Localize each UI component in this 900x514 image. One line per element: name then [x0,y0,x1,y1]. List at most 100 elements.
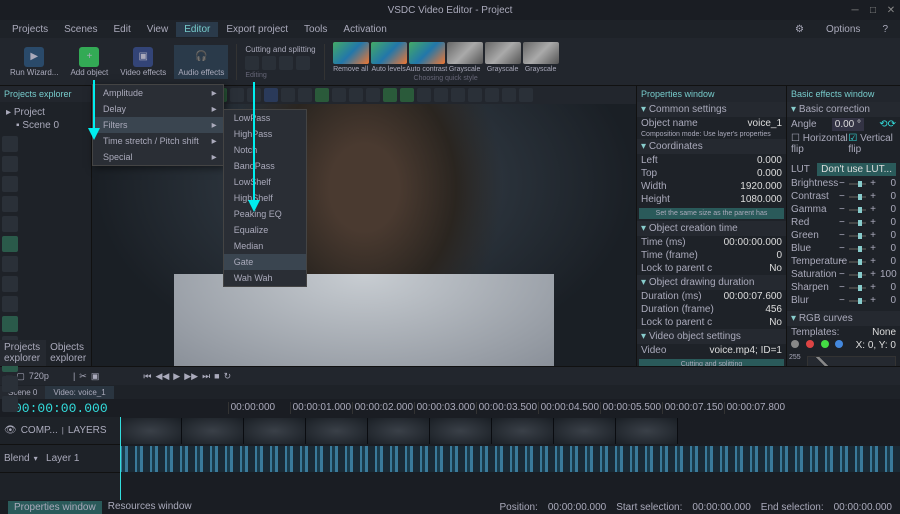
tool-icon[interactable] [296,56,310,70]
strip-icon[interactable] [315,88,329,102]
menu-item[interactable]: Filters▸ [93,117,223,133]
slider[interactable] [849,248,866,250]
section-coords[interactable]: ▾ Coordinates [637,139,786,154]
menu-item[interactable]: HighPass [224,126,306,142]
strip-icon[interactable] [434,88,448,102]
section-oct[interactable]: ▾ Object creation time [637,221,786,236]
dec-icon[interactable]: − [839,295,845,306]
menu-edit[interactable]: Edit [105,22,138,37]
vflip-check[interactable]: ☑ Vertical flip [848,133,896,155]
cutsplit-button[interactable]: Cutting and splitting [639,359,784,366]
maximize-icon[interactable]: □ [868,5,878,15]
lut-select[interactable]: Don't use LUT... [817,163,896,176]
dec-icon[interactable]: − [839,282,845,293]
menu-view[interactable]: View [139,22,177,37]
menu-projects[interactable]: Projects [4,22,56,37]
next-icon[interactable]: ⏭ [202,371,210,382]
strip-icon[interactable] [502,88,516,102]
strip-icon[interactable] [349,88,363,102]
slider[interactable] [849,274,866,276]
status-tab[interactable]: Resources window [108,501,192,514]
tool-icon[interactable] [262,56,276,70]
strip-icon[interactable] [468,88,482,102]
video-effects-button[interactable]: ▣Video effects [116,45,170,79]
stop-icon[interactable]: ■ [214,371,219,381]
menu-activation[interactable]: Activation [335,22,394,37]
dec-icon[interactable]: − [839,269,845,280]
tl-tool-icon[interactable]: ✂ [79,371,87,382]
dec-icon[interactable]: − [839,191,845,202]
value[interactable]: 0 [880,243,896,254]
strip-icon[interactable] [366,88,380,102]
tl-tool-icon[interactable]: ▣ [91,371,100,382]
inc-icon[interactable]: + [870,256,876,267]
rgb-curves-canvas[interactable] [807,356,896,366]
clip-frame[interactable] [368,418,430,444]
slider[interactable] [849,261,866,263]
loop-icon[interactable]: ↻ [224,371,232,382]
angle-input[interactable]: 0.00 ° [832,118,864,131]
status-tab[interactable]: Properties window [8,501,102,514]
close-icon[interactable]: ✕ [886,5,896,15]
strip-icon[interactable] [332,88,346,102]
value[interactable]: 1080.000 [740,194,782,205]
dec-icon[interactable]: − [839,217,845,228]
side-tool-icon[interactable] [2,236,18,252]
menu-item[interactable]: HighShelf [224,190,306,206]
value[interactable]: 0 [880,191,896,202]
clip-frame[interactable] [430,418,492,444]
inc-icon[interactable]: + [870,178,876,189]
dec-icon[interactable]: − [839,204,845,215]
menu-item[interactable]: Peaking EQ [224,206,306,222]
quickstyle-thumb[interactable]: Grayscale [447,42,483,73]
clip-frame[interactable] [244,418,306,444]
menu-item[interactable]: Median [224,238,306,254]
inc-icon[interactable]: + [870,243,876,254]
clip-frame[interactable] [554,418,616,444]
menu-item[interactable]: Gate [224,254,306,270]
inc-icon[interactable]: + [870,204,876,215]
dec-icon[interactable]: − [839,243,845,254]
hflip-check[interactable]: ☐ Horizontal flip [791,133,848,155]
audio-waveform[interactable] [120,446,900,472]
playhead[interactable] [120,417,121,500]
strip-icon[interactable] [451,88,465,102]
explorer-tab[interactable]: Objects explorer [46,340,91,366]
quickstyle-thumb[interactable]: Grayscale [523,42,559,73]
menu-editor[interactable]: Editor [176,22,218,37]
value[interactable]: 0 [880,178,896,189]
menu-export-project[interactable]: Export project [218,22,296,37]
tool-icon[interactable] [245,56,259,70]
tool-icon[interactable] [279,56,293,70]
side-tool-icon[interactable] [2,276,18,292]
value[interactable]: 0 [880,295,896,306]
add-object-button[interactable]: +Add object [66,45,112,79]
strip-icon[interactable] [383,88,397,102]
menu-item[interactable]: Special▸ [93,149,223,165]
value[interactable]: 0 [880,204,896,215]
inc-icon[interactable]: + [870,191,876,202]
value[interactable]: 1920.000 [740,181,782,192]
inc-icon[interactable]: + [870,217,876,228]
slider[interactable] [849,222,866,224]
strip-icon[interactable] [400,88,414,102]
value[interactable]: 0 [880,256,896,267]
value[interactable]: voice.mp4; ID=1 [709,345,782,356]
rotate-icon[interactable]: ⟲⟳ [879,119,896,130]
curve-dot-r[interactable] [806,340,814,348]
settings-icon[interactable]: ⚙ [787,22,812,37]
menu-item[interactable]: Amplitude▸ [93,85,223,101]
value[interactable]: 00:00:07.600 [724,291,782,302]
side-tool-icon[interactable] [2,316,18,332]
slider[interactable] [849,196,866,198]
inc-icon[interactable]: + [870,230,876,241]
dec-icon[interactable]: − [839,230,845,241]
resolution-label[interactable]: 720p [29,371,49,381]
clip-frame[interactable] [492,418,554,444]
minimize-icon[interactable]: ─ [850,5,860,15]
menu-item[interactable]: Delay▸ [93,101,223,117]
layer-name[interactable]: Layer 1 [46,453,79,464]
side-tool-icon[interactable] [2,156,18,172]
curve-dot-all[interactable] [791,340,799,348]
inc-icon[interactable]: + [870,295,876,306]
